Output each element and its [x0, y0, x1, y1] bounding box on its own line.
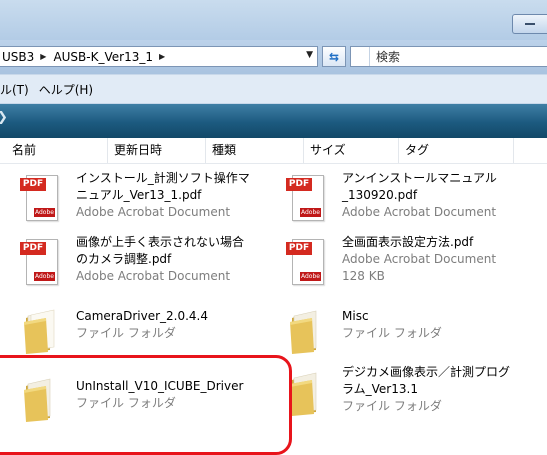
file-name: アンインストールマニュアル	[342, 171, 497, 185]
folder-tile[interactable]: デジカメ画像表示／計測プログ ラム_Ver13.1 ファイル フォルダ	[286, 364, 541, 426]
file-list: PDF Adobe インストール_計測ソフト操作マ ニュアル_Ver13_1.pd…	[0, 164, 547, 441]
search-input[interactable]: 検索	[370, 48, 400, 65]
search-separator	[351, 47, 370, 66]
folder-tile[interactable]: Misc ファイル フォルダ	[286, 302, 541, 364]
address-bar[interactable]: USB3 ▶ AUSB-K_Ver13_1 ▶ ▼	[0, 46, 318, 67]
folder-type: ファイル フォルダ	[342, 326, 442, 340]
chevron-down-icon[interactable]: ▼	[306, 50, 313, 60]
pdf-icon: PDF Adobe	[286, 172, 330, 222]
folder-name: UnInstall_V10_ICUBE_Driver	[76, 379, 244, 393]
folder-type: ファイル フォルダ	[342, 399, 442, 413]
folder-icon	[286, 304, 330, 354]
menu-bar: ル(T) ヘルプ(H)	[0, 74, 547, 104]
folder-tile-uninstall[interactable]: UnInstall_V10_ICUBE_Driver ファイル フォルダ	[20, 370, 270, 432]
breadcrumb-usb3[interactable]: USB3	[0, 50, 38, 64]
pdf-icon: PDF Adobe	[20, 236, 64, 286]
minimize-button[interactable]	[512, 14, 547, 34]
menu-item-help[interactable]: ヘルプ(H)	[35, 81, 99, 98]
file-name: 全画面表示設定方法.pdf	[342, 235, 474, 249]
folder-icon	[286, 366, 330, 416]
breadcrumb-separator-icon[interactable]: ▶	[38, 52, 48, 61]
address-row: USB3 ▶ AUSB-K_Ver13_1 ▶ ▼ ⇆ 検索	[0, 40, 547, 74]
command-toolbar: ❯	[0, 104, 547, 138]
folder-name: ラム_Ver13.1	[342, 382, 418, 396]
file-detail: Adobe Acrobat Document	[342, 205, 497, 219]
file-tile[interactable]: PDF Adobe アンインストールマニュアル _130920.pdf Adobe…	[286, 170, 541, 232]
file-name: インストール_計測ソフト操作マ	[76, 171, 250, 185]
file-size: 128 KB	[342, 269, 385, 283]
pdf-icon: PDF Adobe	[20, 172, 64, 222]
minimize-icon	[525, 23, 535, 25]
menu-item-tools[interactable]: ル(T)	[0, 81, 35, 98]
file-name: 画像が上手く表示されない場合	[76, 235, 245, 249]
column-header-modified[interactable]: 更新日時	[108, 138, 206, 163]
file-tile[interactable]: PDF Adobe 画像が上手く表示されない場合 のカメラ調整.pdf Adobe…	[20, 234, 270, 296]
breadcrumb-separator-icon[interactable]: ▶	[157, 52, 167, 61]
refresh-button[interactable]: ⇆	[322, 46, 346, 67]
column-header-name[interactable]: 名前	[0, 138, 108, 163]
column-header-row: 名前 更新日時 種類 サイズ タグ	[0, 138, 547, 164]
file-detail: Adobe Acrobat Document	[342, 252, 497, 266]
folder-name: Misc	[342, 309, 369, 323]
column-header-tags[interactable]: タグ	[399, 138, 514, 163]
search-box[interactable]: 検索	[350, 46, 547, 67]
file-name: のカメラ調整.pdf	[76, 252, 172, 266]
file-tile[interactable]: PDF Adobe インストール_計測ソフト操作マ ニュアル_Ver13_1.pd…	[20, 170, 270, 232]
file-name: _130920.pdf	[342, 188, 418, 202]
breadcrumb-ausb-k[interactable]: AUSB-K_Ver13_1	[48, 50, 157, 64]
window-title-bar	[0, 0, 547, 40]
folder-name: デジカメ画像表示／計測プログ	[342, 365, 511, 379]
column-header-type[interactable]: 種類	[206, 138, 304, 163]
folder-icon	[20, 372, 64, 422]
column-header-size[interactable]: サイズ	[304, 138, 399, 163]
file-tile[interactable]: PDF Adobe 全画面表示設定方法.pdf Adobe Acrobat Doc…	[286, 234, 541, 296]
refresh-icon: ⇆	[328, 49, 340, 64]
file-name: ニュアル_Ver13_1.pdf	[76, 188, 202, 202]
folder-icon	[20, 304, 64, 354]
folder-name: CameraDriver_2.0.4.4	[76, 309, 208, 323]
folder-tile[interactable]: CameraDriver_2.0.4.4 ファイル フォルダ	[20, 302, 270, 364]
file-detail: Adobe Acrobat Document	[76, 205, 231, 219]
pdf-icon: PDF Adobe	[286, 236, 330, 286]
folder-type: ファイル フォルダ	[76, 326, 176, 340]
folder-type: ファイル フォルダ	[76, 396, 176, 410]
toolbar-chevron-icon[interactable]: ❯	[0, 110, 8, 125]
file-detail: Adobe Acrobat Document	[76, 269, 231, 283]
